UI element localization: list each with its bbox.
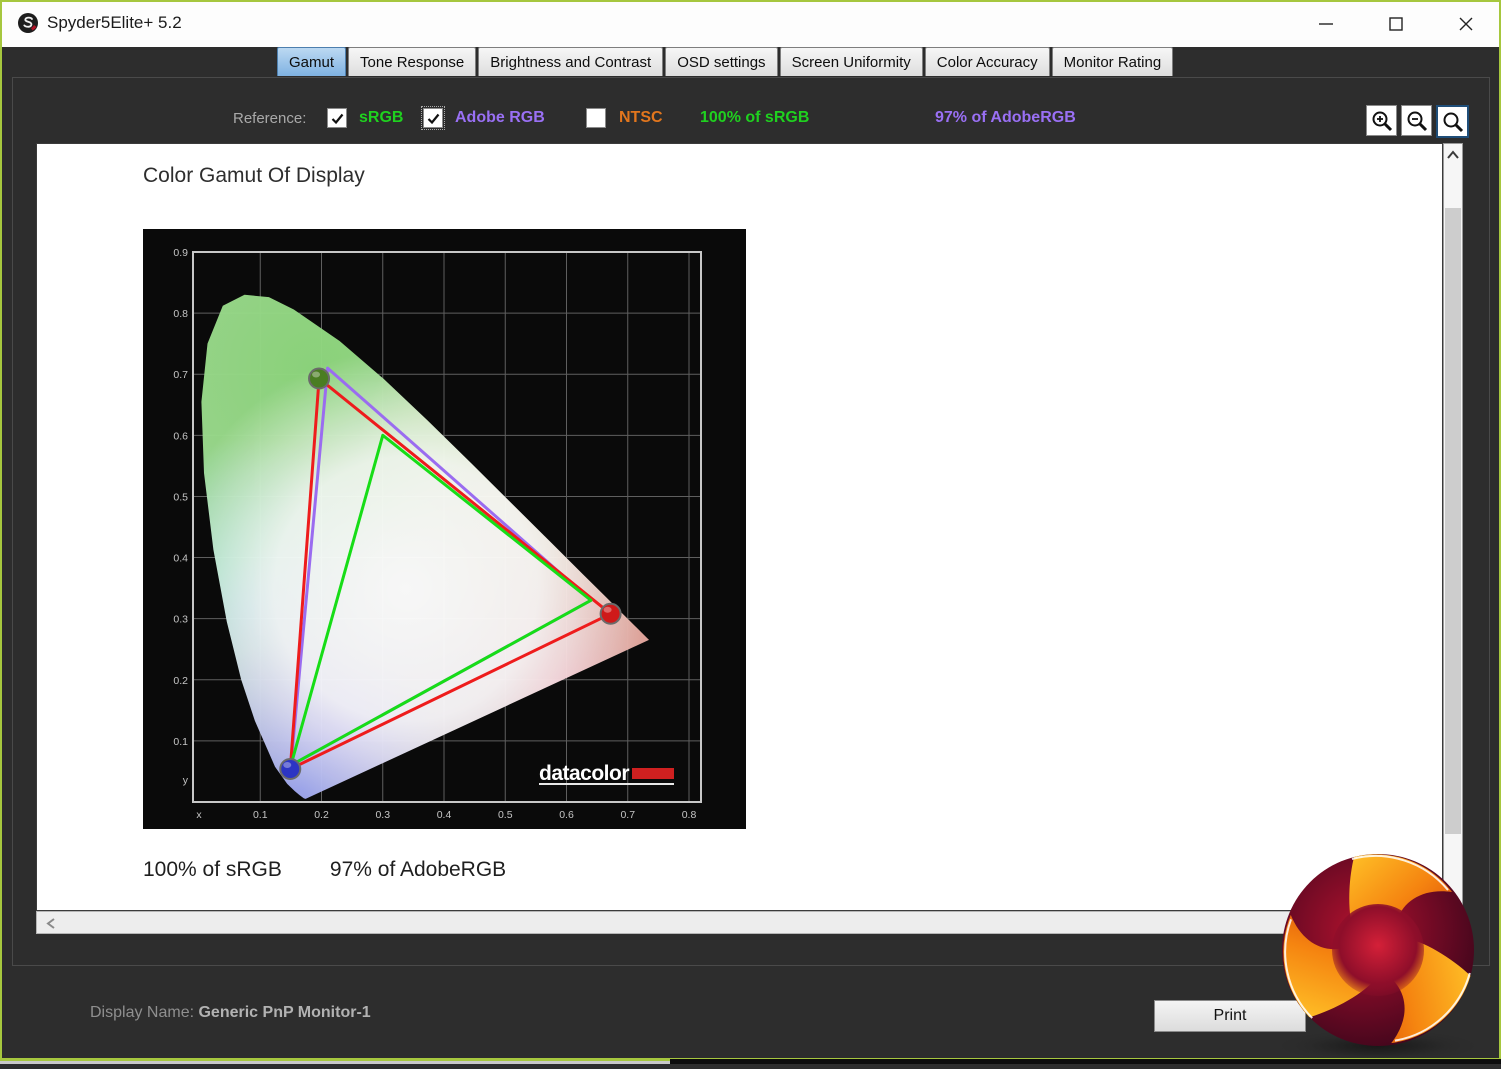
chevron-left-icon — [45, 917, 57, 930]
vertical-scroll-thumb[interactable] — [1445, 208, 1461, 834]
titlebar: Spyder5Elite+ 5.2 — [0, 0, 1501, 47]
horizontal-scrollbar[interactable] — [36, 911, 1443, 934]
tab-tone-response[interactable]: Tone Response — [348, 47, 476, 76]
close-button[interactable] — [1443, 0, 1489, 47]
blue-primary-dot — [280, 759, 300, 779]
svg-text:0.4: 0.4 — [173, 553, 188, 565]
app-icon — [16, 11, 40, 40]
svg-text:0.7: 0.7 — [620, 809, 635, 821]
check-icon — [426, 111, 441, 126]
zoom-in-button[interactable] — [1366, 105, 1397, 136]
display-name: Display Name: Generic PnP Monitor-1 — [90, 1004, 371, 1022]
kitguru-logo — [1270, 842, 1486, 1064]
svg-text:y: y — [183, 775, 189, 787]
tab-osd-settings[interactable]: OSD settings — [665, 47, 777, 76]
display-name-label: Display Name: — [90, 1004, 194, 1021]
adobe-percentage: 97% of AdobeRGB — [935, 109, 1076, 127]
scroll-up-arrow[interactable] — [1446, 148, 1460, 166]
bottom-strip-black — [670, 1059, 1501, 1064]
svg-text:0.9: 0.9 — [173, 247, 188, 259]
window-border-top — [0, 0, 1501, 2]
minimize-button[interactable] — [1303, 0, 1349, 47]
reference-toolbar: Reference: sRGB Adobe RGB NTSC 100% of s… — [0, 100, 1501, 138]
vertical-scrollbar[interactable] — [1443, 143, 1463, 911]
report-area: Color Gamut Of Display x 0.1 0.2 0.3 0.4 0.5 0… — [36, 143, 1443, 911]
svg-text:0.7: 0.7 — [173, 369, 188, 381]
tab-bar: Gamut Tone Response Brightness and Contr… — [277, 47, 1173, 77]
svg-text:0.1: 0.1 — [173, 736, 188, 748]
chevron-up-icon — [1446, 149, 1460, 161]
check-icon — [330, 111, 345, 126]
green-primary-dot — [309, 369, 329, 389]
zoom-out-icon — [1405, 109, 1429, 133]
svg-text:0.2: 0.2 — [173, 675, 188, 687]
svg-text:x: x — [196, 809, 202, 821]
red-primary-dot — [601, 604, 621, 624]
result-adobe: 97% of AdobeRGB — [330, 858, 506, 881]
result-srgb: 100% of sRGB — [143, 858, 282, 881]
svg-text:0.6: 0.6 — [173, 430, 188, 442]
svg-text:0.8: 0.8 — [173, 308, 188, 320]
gamut-chart: x 0.1 0.2 0.3 0.4 0.5 0.6 0.7 0.8 y 0.1 0.2 0.3 0.4 0.… — [143, 229, 746, 829]
srgb-percentage: 100% of sRGB — [700, 109, 809, 127]
tab-gamut[interactable]: Gamut — [277, 47, 346, 76]
svg-text:0.6: 0.6 — [559, 809, 574, 821]
svg-text:datacolor: datacolor — [539, 762, 629, 785]
svg-text:0.8: 0.8 — [682, 809, 697, 821]
ntsc-checkbox[interactable] — [586, 108, 606, 128]
srgb-checkbox-label[interactable]: sRGB — [359, 109, 403, 127]
adobe-rgb-checkbox[interactable] — [423, 108, 443, 128]
ntsc-checkbox-label[interactable]: NTSC — [619, 109, 663, 127]
svg-text:0.5: 0.5 — [173, 491, 188, 503]
tab-color-accuracy[interactable]: Color Accuracy — [925, 47, 1050, 76]
maximize-button[interactable] — [1373, 0, 1419, 47]
svg-text:0.3: 0.3 — [173, 614, 188, 626]
display-name-value: Generic PnP Monitor-1 — [198, 1004, 370, 1021]
zoom-fit-button[interactable] — [1436, 105, 1469, 138]
svg-text:0.3: 0.3 — [375, 809, 390, 821]
zoom-in-icon — [1370, 109, 1394, 133]
gamut-results: 100% of sRGB 97% of AdobeRGB — [143, 858, 554, 882]
reference-label: Reference: — [233, 110, 306, 127]
adobe-rgb-checkbox-label[interactable]: Adobe RGB — [455, 109, 545, 127]
tab-screen-uniformity[interactable]: Screen Uniformity — [780, 47, 923, 76]
svg-text:0.2: 0.2 — [314, 809, 329, 821]
chart-heading: Color Gamut Of Display — [143, 164, 365, 188]
window-border-left — [0, 0, 2, 1064]
svg-text:0.5: 0.5 — [498, 809, 513, 821]
magnifier-icon — [1441, 110, 1465, 134]
zoom-out-button[interactable] — [1401, 105, 1432, 136]
svg-text:0.4: 0.4 — [437, 809, 452, 821]
tab-monitor-rating[interactable]: Monitor Rating — [1052, 47, 1174, 76]
tab-brightness-contrast[interactable]: Brightness and Contrast — [478, 47, 663, 76]
scroll-left-arrow[interactable] — [45, 917, 57, 935]
svg-text:0.1: 0.1 — [253, 809, 268, 821]
window-title: Spyder5Elite+ 5.2 — [47, 13, 182, 33]
srgb-checkbox[interactable] — [327, 108, 347, 128]
